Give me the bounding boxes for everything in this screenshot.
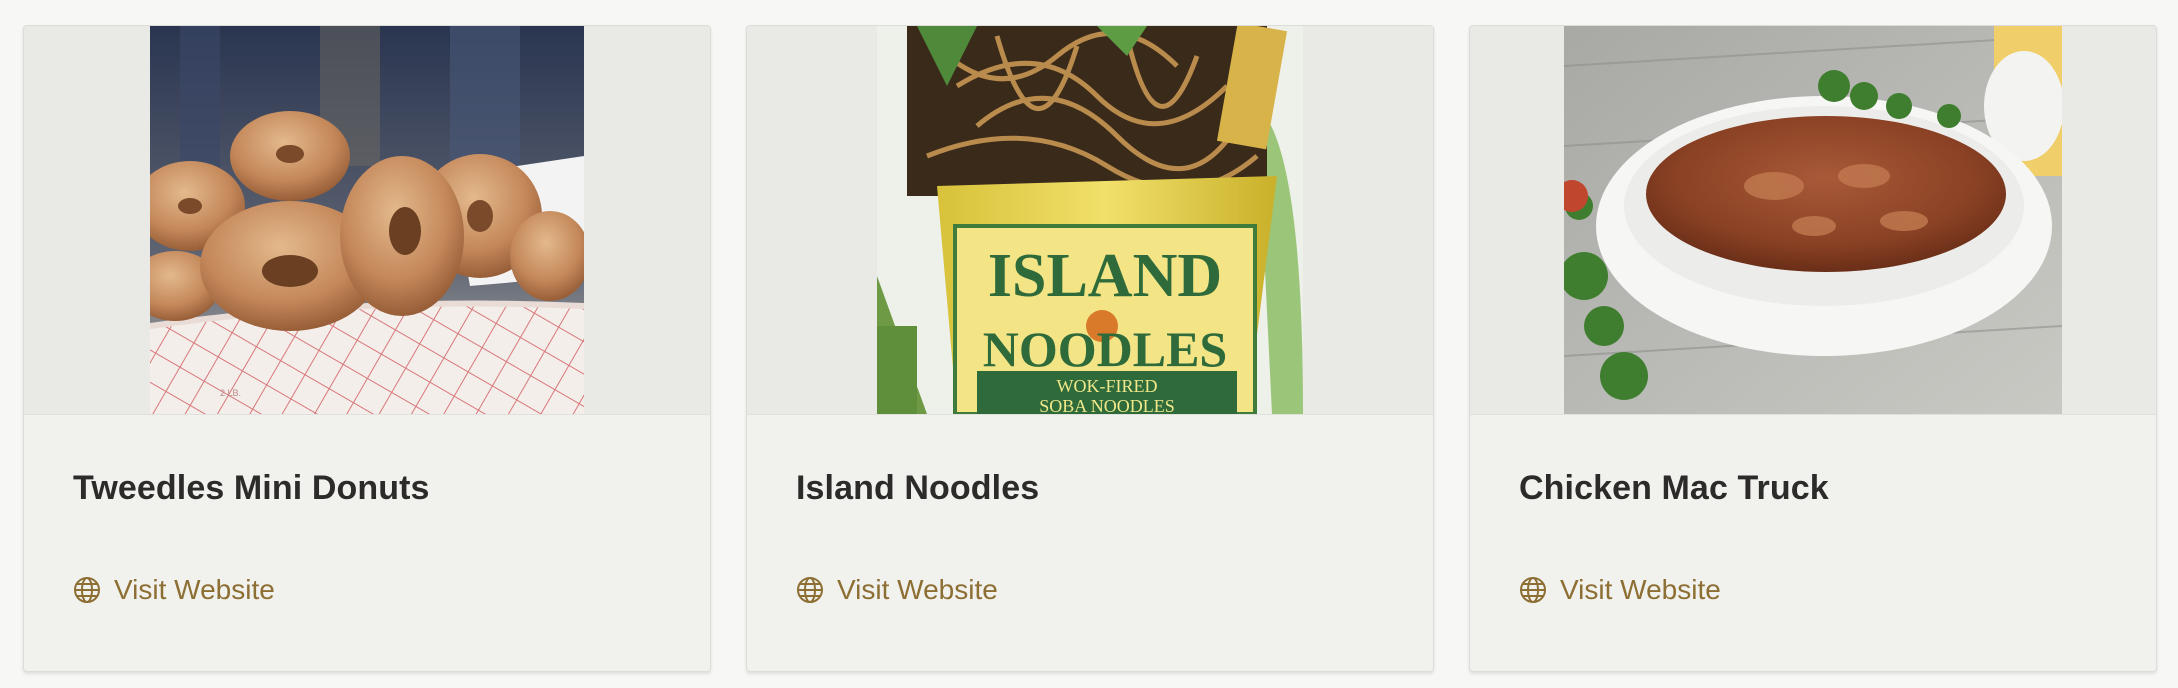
visit-website-link[interactable]: Visit Website — [1519, 574, 1721, 606]
globe-icon — [797, 577, 823, 603]
cup-band-text1: WOK-FIRED — [1057, 376, 1158, 396]
vendor-card: Chicken Mac Truck Visit Website — [1469, 25, 2157, 672]
noodles-photo: ISLAND NOODLES WOK-FIRED SOBA NOODLES — [877, 26, 1303, 414]
chicken-bowl-photo — [1564, 26, 2062, 414]
donuts-photo: 2 LB. — [150, 26, 584, 414]
visit-website-label: Visit Website — [1560, 574, 1721, 605]
cup-text-noodles: NOODLES — [983, 321, 1228, 377]
visit-website-link[interactable]: Visit Website — [796, 574, 998, 606]
vendor-card: 2 LB. Tweedles Mini Donuts Visit Website — [23, 25, 711, 672]
vendor-name: Island Noodles — [796, 469, 1040, 507]
vendor-image-frame — [1470, 26, 2156, 415]
vendor-image-frame: ISLAND NOODLES WOK-FIRED SOBA NOODLES — [747, 26, 1433, 415]
vendor-card-grid: 2 LB. Tweedles Mini Donuts Visit Website — [23, 25, 2157, 672]
globe-icon — [74, 577, 100, 603]
visit-website-link[interactable]: Visit Website — [73, 574, 275, 606]
globe-icon — [1520, 577, 1546, 603]
cup-text-island: ISLAND — [988, 242, 1222, 310]
vendor-image-frame: 2 LB. — [24, 26, 710, 415]
vendor-name: Chicken Mac Truck — [1519, 469, 1829, 507]
vendor-name: Tweedles Mini Donuts — [73, 469, 430, 507]
tray-label: 2 LB. — [220, 388, 241, 398]
visit-website-label: Visit Website — [114, 574, 275, 605]
vendor-card: ISLAND NOODLES WOK-FIRED SOBA NOODLES Is… — [746, 25, 1434, 672]
cup-band-text2: SOBA NOODLES — [1039, 396, 1175, 414]
visit-website-label: Visit Website — [837, 574, 998, 605]
